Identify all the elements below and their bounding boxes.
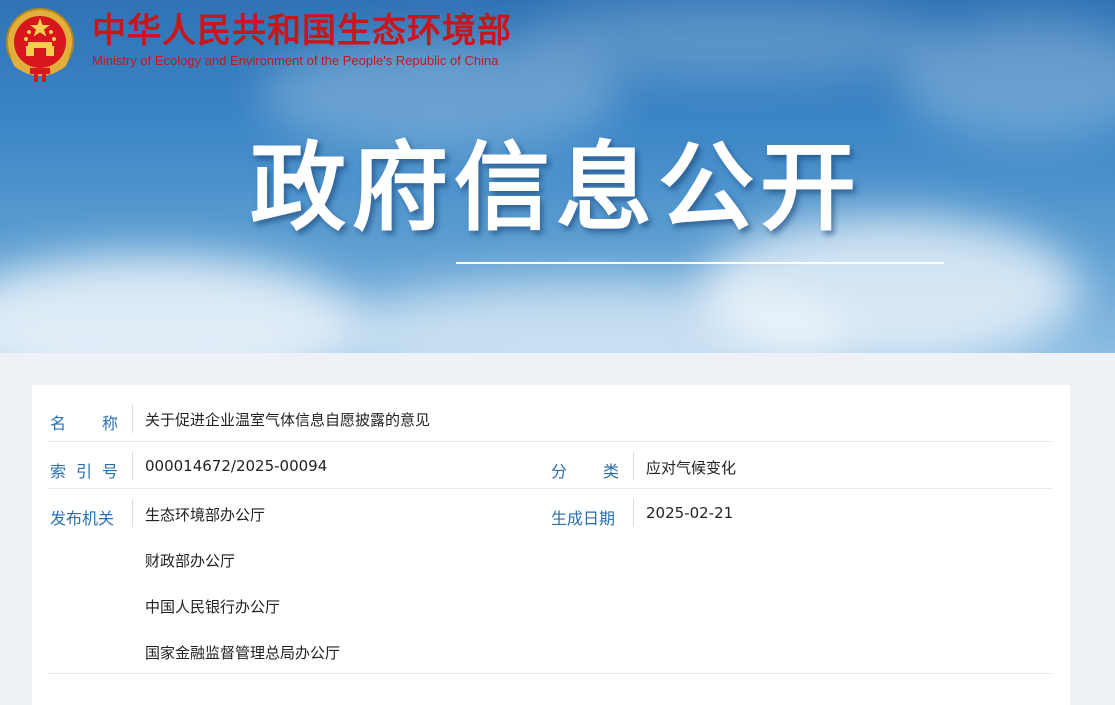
- name-value: 关于促进企业温室气体信息自愿披露的意见: [145, 411, 431, 429]
- ministry-name-en[interactable]: Ministry of Ecology and Environment of t…: [92, 53, 498, 68]
- info-row-index: 索引号 000014672/2025-00094 分类 应对气候变化: [48, 441, 1052, 489]
- date-label: 生成日期: [551, 509, 616, 528]
- info-panel: 名称 关于促进企业温室气体信息自愿披露的意见 索引号 000014672/202…: [32, 385, 1070, 705]
- info-row-name: 名称 关于促进企业温室气体信息自愿披露的意见: [48, 385, 1052, 442]
- name-label: 名称: [50, 410, 118, 434]
- index-label: 索引号: [50, 458, 118, 482]
- index-label-char: 引: [75, 462, 92, 481]
- separator: [132, 452, 133, 480]
- section-title: 政府信息公开: [250, 132, 862, 244]
- cloud-decoration: [0, 255, 360, 353]
- name-label-char: 名: [50, 414, 67, 433]
- cloud-decoration: [520, 0, 940, 80]
- category-label: 分类: [551, 458, 619, 482]
- separator: [132, 405, 133, 433]
- issuer-item: 生态环境部办公厅: [145, 506, 266, 524]
- separator: [132, 499, 133, 527]
- title-underline: [456, 262, 944, 264]
- name-label-char: 称: [101, 414, 118, 433]
- issuer-item: 国家金融监督管理总局办公厅: [145, 644, 341, 662]
- date-value: 2025-02-21: [646, 504, 734, 522]
- index-label-char: 索: [50, 462, 67, 481]
- index-value: 000014672/2025-00094: [145, 457, 328, 475]
- separator: [633, 452, 634, 480]
- category-label-char: 分: [551, 462, 568, 481]
- issuer-item: 中国人民银行办公厅: [145, 598, 281, 616]
- header-banner: 中华人民共和国生态环境部 Ministry of Ecology and Env…: [0, 0, 1115, 353]
- index-label-char: 号: [101, 462, 118, 481]
- category-value: 应对气候变化: [646, 459, 737, 477]
- issuer-item: 财政部办公厅: [145, 552, 236, 570]
- info-row-issuer: 发布机关 生态环境部办公厅 财政部办公厅 中国人民银行办公厅 国家金融监督管理总…: [48, 488, 1052, 674]
- issuer-label: 发布机关: [50, 509, 115, 528]
- separator: [633, 499, 634, 527]
- category-label-char: 类: [602, 462, 619, 481]
- national-emblem-icon[interactable]: [4, 6, 76, 84]
- ministry-name-cn[interactable]: 中华人民共和国生态环境部: [92, 10, 512, 52]
